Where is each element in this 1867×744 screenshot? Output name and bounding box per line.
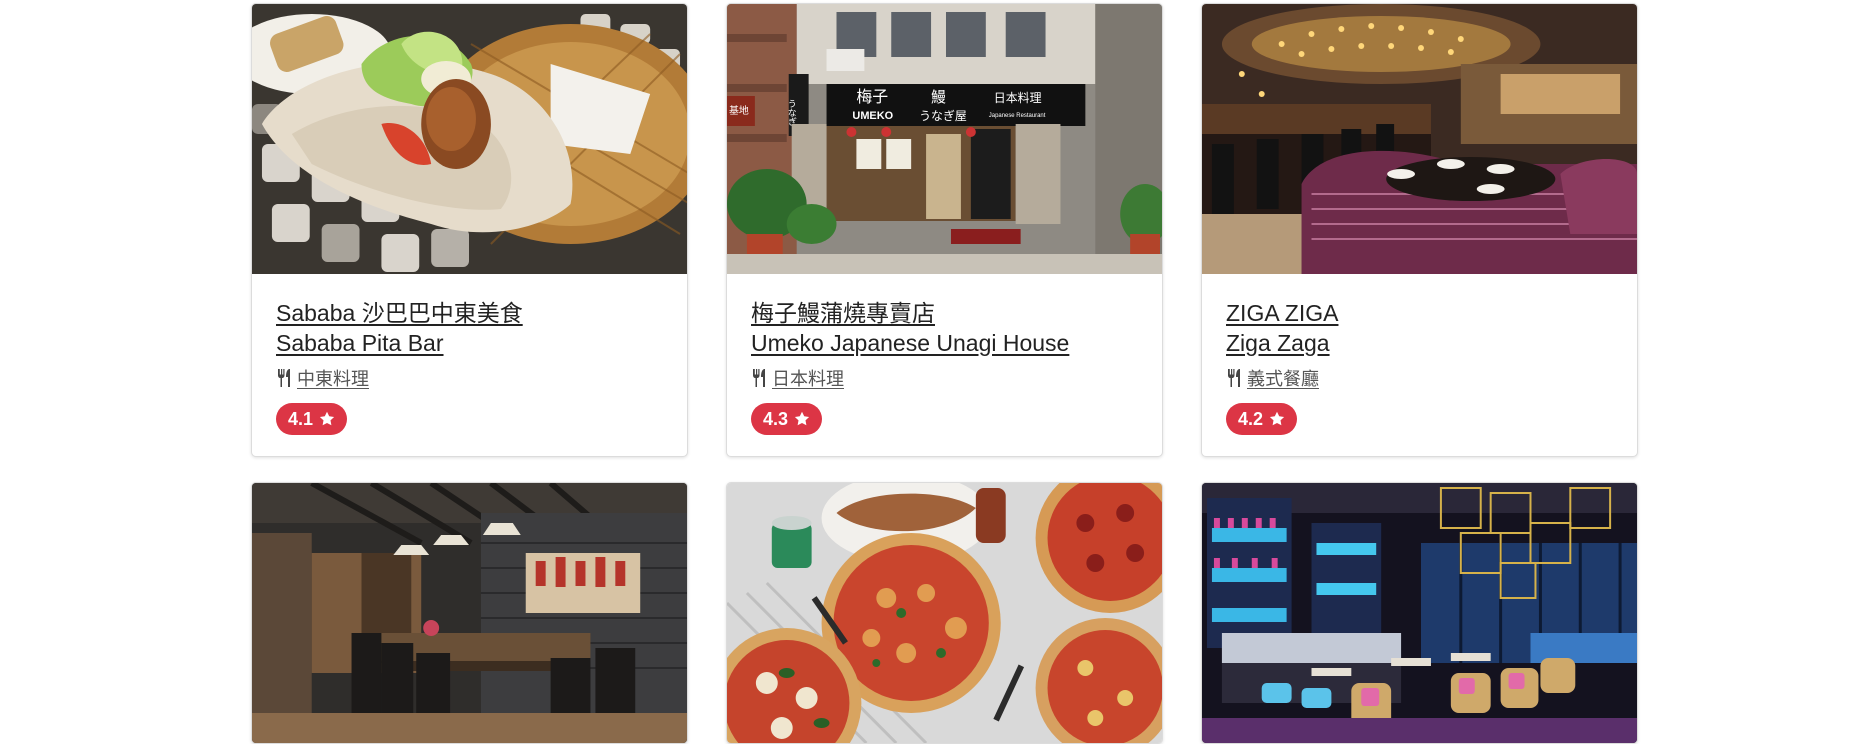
restaurant-photo[interactable] <box>252 483 687 743</box>
utensils-icon <box>753 369 765 387</box>
photo-storefront: 梅子 UMEKO 鰻 うなぎ屋 日本料理 Japanese Restaurant… <box>727 4 1162 274</box>
restaurant-photo[interactable] <box>727 483 1162 743</box>
photo-private-dining <box>252 483 687 743</box>
sign-text: Japanese Restaurant <box>989 113 1046 119</box>
photo-lounge-bar <box>1202 483 1637 743</box>
rating-badge: 4.3 <box>751 403 823 435</box>
sign-text: 基地 <box>729 104 749 117</box>
restaurant-name-zh: Sababa 沙巴巴中東美食 <box>276 300 523 326</box>
sign-text: 日本料理 <box>994 91 1042 105</box>
utensils-icon <box>278 369 290 387</box>
restaurant-name-link[interactable]: Sababa 沙巴巴中東美食 Sababa Pita Bar <box>276 298 663 358</box>
rating-badge: 4.1 <box>276 403 348 435</box>
restaurant-card[interactable] <box>251 482 688 744</box>
rating-value: 4.1 <box>288 408 314 429</box>
star-icon <box>794 411 810 426</box>
restaurant-card[interactable]: 梅子 UMEKO 鰻 うなぎ屋 日本料理 Japanese Restaurant… <box>726 3 1163 457</box>
restaurant-grid: Sababa 沙巴巴中東美食 Sababa Pita Bar 中東料理 4.1 <box>251 3 1640 744</box>
restaurant-name-en: Umeko Japanese Unagi House <box>751 330 1070 356</box>
restaurant-photo[interactable] <box>252 4 687 274</box>
restaurant-card[interactable] <box>726 482 1163 744</box>
rating-value: 4.2 <box>1238 408 1264 429</box>
sign-text: 梅子 <box>856 87 888 106</box>
restaurant-name-link[interactable]: ZIGA ZIGA Ziga Zaga <box>1226 298 1613 358</box>
photo-pita-sandwich <box>252 4 687 274</box>
restaurant-category: 中東料理 <box>276 365 663 391</box>
restaurant-card[interactable] <box>1201 482 1638 744</box>
restaurant-photo[interactable] <box>1202 483 1637 743</box>
restaurant-card[interactable]: ZIGA ZIGA Ziga Zaga 義式餐廳 4.2 <box>1201 3 1638 457</box>
restaurant-name-zh: 梅子鰻蒲燒專賣店 <box>751 300 935 326</box>
category-link[interactable]: 義式餐廳 <box>1247 365 1319 391</box>
utensils-icon <box>1228 369 1240 387</box>
sign-text: UMEKO <box>852 110 893 122</box>
category-link[interactable]: 日本料理 <box>772 365 844 391</box>
restaurant-card[interactable]: Sababa 沙巴巴中東美食 Sababa Pita Bar 中東料理 4.1 <box>251 3 688 457</box>
photo-dining-room <box>1202 4 1637 274</box>
restaurant-name-en: Ziga Zaga <box>1226 330 1330 356</box>
restaurant-category: 日本料理 <box>751 365 1138 391</box>
restaurant-photo[interactable] <box>1202 4 1637 274</box>
star-icon <box>1269 411 1285 426</box>
restaurant-name-zh: ZIGA ZIGA <box>1226 300 1339 326</box>
star-icon <box>319 411 335 426</box>
restaurant-category: 義式餐廳 <box>1226 365 1613 391</box>
restaurant-name-en: Sababa Pita Bar <box>276 330 444 356</box>
restaurant-name-link[interactable]: 梅子鰻蒲燒專賣店 Umeko Japanese Unagi House <box>751 298 1138 358</box>
photo-pizzas <box>727 483 1162 743</box>
sign-text: うなぎ <box>786 99 796 126</box>
rating-badge: 4.2 <box>1226 403 1298 435</box>
restaurant-photo[interactable]: 梅子 UMEKO 鰻 うなぎ屋 日本料理 Japanese Restaurant… <box>727 4 1162 274</box>
category-link[interactable]: 中東料理 <box>297 365 369 391</box>
sign-text: 鰻 <box>931 88 946 106</box>
rating-value: 4.3 <box>763 408 789 429</box>
sign-text: うなぎ屋 <box>919 109 967 123</box>
